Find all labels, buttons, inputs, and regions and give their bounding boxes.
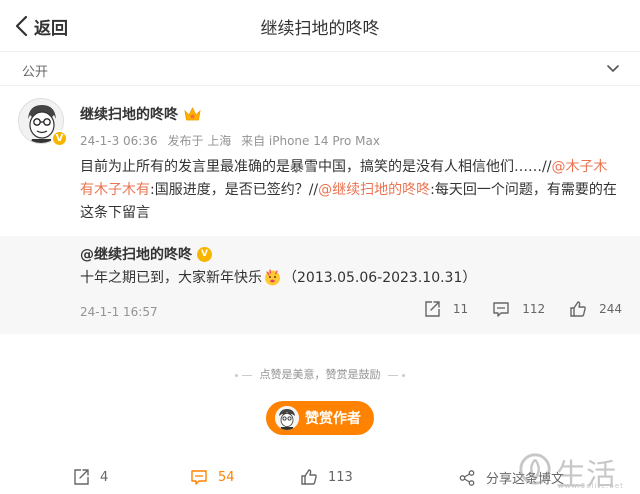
visibility-selector[interactable]: 公开 xyxy=(0,52,640,86)
quoted-like-count: 244 xyxy=(599,302,622,316)
author-avatar[interactable]: V xyxy=(18,98,68,147)
quoted-post[interactable]: @继续扫地的咚咚 V 十年之期已到，大家新年快乐 （2013.05.06-202… xyxy=(0,236,640,334)
comment-icon xyxy=(191,470,207,485)
post-text-part2: :国服进度，是否已签约？// xyxy=(150,182,319,198)
quoted-repost-count: 11 xyxy=(452,302,469,316)
chevron-down-icon xyxy=(607,65,619,72)
repost-count: 4 xyxy=(100,469,109,485)
verified-badge: V xyxy=(197,246,212,262)
crown-icon xyxy=(184,106,201,120)
party-emoji-icon xyxy=(265,268,280,285)
watermark-url: www.3elife.net xyxy=(558,482,624,490)
quoted-text-main: 十年之期已到，大家新年快乐 xyxy=(80,270,262,286)
thumbs-up-icon xyxy=(570,301,586,317)
visibility-label: 公开 xyxy=(22,65,49,80)
cartoon-face-icon xyxy=(275,406,299,430)
page-title: 继续扫地的咚咚 xyxy=(260,19,380,39)
verified-badge: V xyxy=(51,130,68,147)
author-name[interactable]: 继续扫地的咚咚 xyxy=(80,104,178,124)
share-icon xyxy=(459,469,475,486)
post-meta: 24-1-3 06:36 发布于 上海 来自 iPhone 14 Pro Max xyxy=(80,132,386,149)
comment-count: 54 xyxy=(218,469,235,485)
comment-icon xyxy=(493,302,509,317)
repost-button[interactable]: 4 xyxy=(72,468,108,486)
quoted-text-dates: （2013.05.06-2023.10.31） xyxy=(283,270,477,286)
quoted-comment-button[interactable]: 112 xyxy=(492,300,545,318)
quoted-author-name[interactable]: @继续扫地的咚咚 xyxy=(80,244,192,264)
quoted-repost-button[interactable]: 11 xyxy=(423,300,468,318)
watermark-logo-icon xyxy=(519,453,551,485)
quoted-like-button[interactable]: 244 xyxy=(569,300,622,318)
mention-link[interactable]: @继续扫地的咚咚 xyxy=(318,182,430,198)
like-count: 113 xyxy=(328,469,353,485)
repost-icon xyxy=(425,301,440,317)
like-button[interactable]: 113 xyxy=(300,468,353,486)
reward-author-button[interactable]: 赞赏作者 xyxy=(266,401,374,435)
quoted-text: 十年之期已到，大家新年快乐 （2013.05.06-2023.10.31） xyxy=(80,267,476,287)
comment-button[interactable]: 54 xyxy=(190,468,235,486)
post-text: 目前为止所有的发言里最准确的是暴雪中国，搞笑的是没有人相信他们……//@木子木有… xyxy=(80,156,620,225)
reward-button-label: 赞赏作者 xyxy=(305,411,361,427)
avatar xyxy=(275,406,299,430)
reward-message: 点赞是美意，赞赏是鼓励 xyxy=(0,366,640,382)
reward-message-text: 点赞是美意，赞赏是鼓励 xyxy=(259,368,381,381)
post-text-part1: 目前为止所有的发言里最准确的是暴雪中国，搞笑的是没有人相信他们……// xyxy=(80,159,552,175)
thumbs-up-icon xyxy=(301,469,317,485)
top-nav-bar: 返回 继续扫地的咚咚 xyxy=(0,0,640,52)
post-date: 24-1-3 06:36 xyxy=(80,134,158,148)
repost-icon xyxy=(74,469,89,485)
site-watermark: 生活 www.3elife.net xyxy=(516,450,636,493)
quoted-comment-count: 112 xyxy=(522,302,546,316)
quoted-post-actions: 11 112 244 xyxy=(399,300,622,318)
quoted-post-time: 24-1-1 16:57 xyxy=(80,305,158,319)
post-location: 发布于 上海 xyxy=(167,134,232,148)
post-device: 来自 iPhone 14 Pro Max xyxy=(241,134,380,148)
